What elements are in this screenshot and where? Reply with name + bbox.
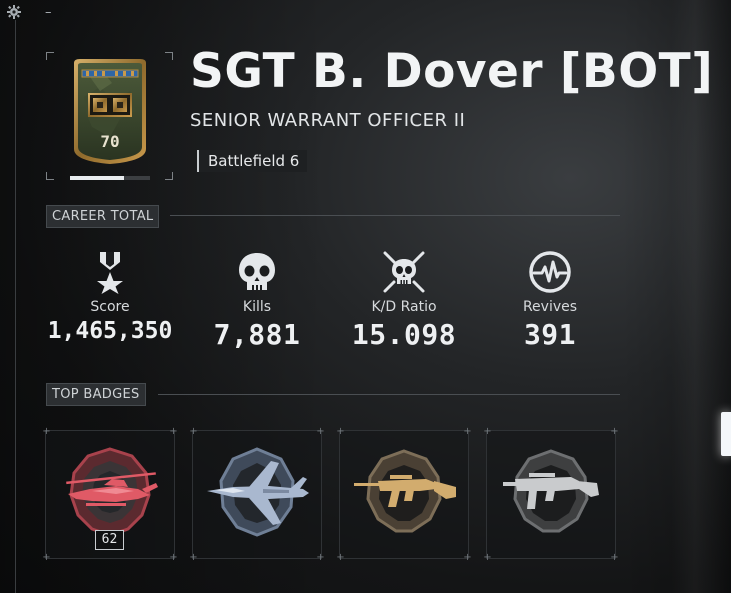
- top-badges-heading: TOP BADGES: [46, 383, 146, 406]
- rank-xp-progress-fill: [70, 176, 125, 180]
- badge-card-assault-rifle[interactable]: + + + +: [336, 427, 471, 563]
- stat-score: Score 1,465,350: [35, 250, 185, 344]
- rank-title: SENIOR WARRANT OFFICER II: [190, 110, 466, 131]
- rank-level-number: 70: [100, 132, 120, 151]
- player-name: SGT B. Dover [BOT]: [190, 44, 714, 99]
- edge-light-panel: [721, 412, 731, 456]
- badge-count: 62: [95, 530, 124, 550]
- stat-score-label: Score: [90, 299, 130, 315]
- stat-revives-label: Revives: [522, 299, 578, 315]
- stat-revives: Revives 391: [475, 250, 625, 351]
- smg-badge-icon: [503, 449, 599, 533]
- assault-rifle-badge-icon: [354, 449, 456, 533]
- badge-card-jet[interactable]: + + + +: [189, 427, 324, 563]
- minimize-button[interactable]: –: [45, 5, 52, 20]
- stat-revives-value: 391: [523, 318, 577, 351]
- badge-card-smg[interactable]: + + + +: [483, 427, 618, 563]
- career-total-divider: [170, 215, 620, 216]
- stat-kills-value: 7,881: [213, 318, 301, 351]
- medal-star-icon: [97, 252, 123, 294]
- game-tag: Battlefield 6: [197, 150, 308, 172]
- stat-score-value: 1,465,350: [47, 318, 173, 344]
- stat-kills-label: Kills: [242, 299, 272, 315]
- heartbeat-icon: [529, 251, 571, 293]
- jet-fighter-badge-icon: [207, 447, 309, 537]
- stat-kills: Kills 7,881: [182, 250, 332, 351]
- top-badges-divider: [158, 394, 620, 395]
- stat-kd-ratio-value: 15.098: [351, 318, 457, 351]
- skull-icon: [239, 253, 275, 290]
- rank-xp-progress-bar: [70, 176, 150, 180]
- left-divider: [15, 20, 16, 593]
- gear-icon[interactable]: [6, 4, 22, 20]
- stat-kd-ratio: K/D Ratio 15.098: [329, 250, 479, 351]
- badge-card-helicopter[interactable]: 62 + + + +: [42, 427, 177, 563]
- crossed-skull-icon: [383, 251, 425, 293]
- stat-kd-ratio-label: K/D Ratio: [371, 299, 437, 315]
- career-total-heading: CAREER TOTAL: [46, 205, 160, 228]
